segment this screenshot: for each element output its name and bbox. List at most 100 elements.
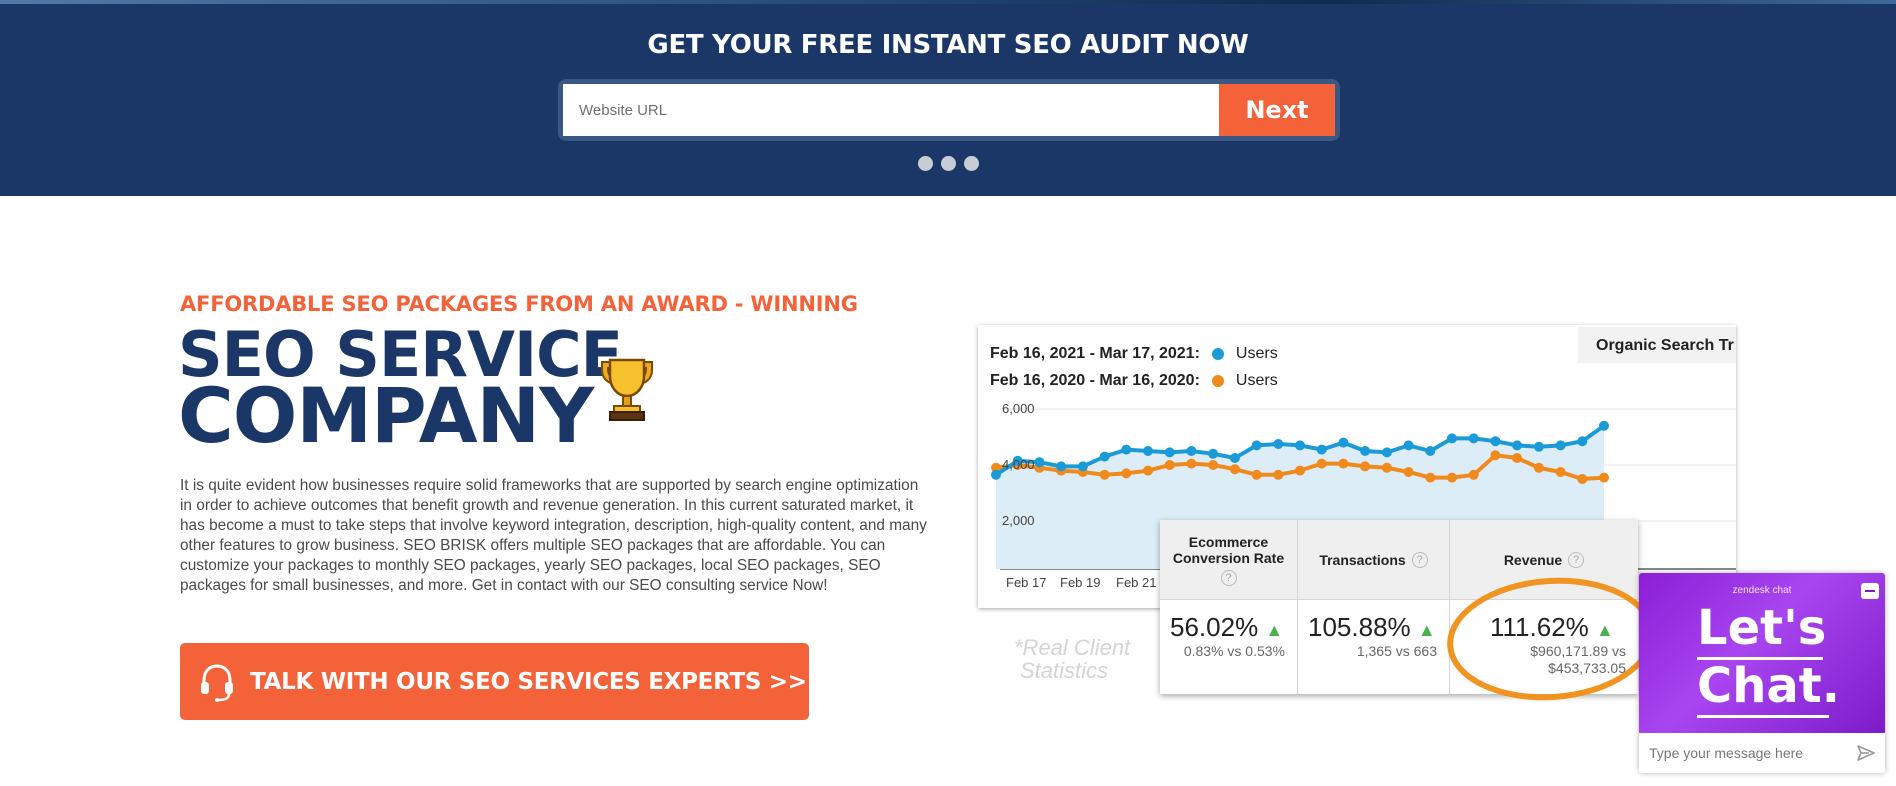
- series-1-point-6: [1121, 468, 1132, 479]
- metric-header-transactions: Transactions?: [1298, 520, 1449, 600]
- series-1-point-23: [1490, 450, 1501, 461]
- up-arrow-icon: ▲: [1265, 620, 1284, 640]
- caption-line-1: *Real Client: [1014, 635, 1131, 660]
- dot-3: [964, 156, 979, 171]
- series-1-point-25: [1533, 462, 1544, 473]
- series-1-point-13: [1273, 469, 1284, 480]
- chat-widget: zendesk chat Let's Chat.: [1639, 573, 1885, 773]
- x-tick-feb-17: Feb 17: [1006, 575, 1047, 590]
- series-0-point-12: [1251, 440, 1262, 451]
- audit-form: Next: [558, 79, 1340, 141]
- chat-banner[interactable]: zendesk chat Let's Chat.: [1639, 573, 1885, 733]
- x-tick-feb-21: Feb 21: [1116, 575, 1157, 590]
- help-icon[interactable]: ?: [1568, 551, 1585, 568]
- trophy-icon: [601, 358, 653, 421]
- up-arrow-icon: ▲: [1417, 620, 1436, 640]
- series-0-point-8: [1164, 447, 1175, 458]
- series-1-point-26: [1555, 467, 1566, 477]
- series-0-point-28: [1599, 420, 1609, 431]
- series-0-point-14: [1295, 440, 1305, 451]
- transactions-sub: 1,365 vs 663: [1356, 643, 1437, 659]
- series-1-point-11: [1229, 464, 1240, 475]
- audit-title: GET YOUR FREE INSTANT SEO AUDIT NOW: [647, 30, 1249, 60]
- conversion-header-label: Ecommerce Conversion Rate: [1172, 533, 1285, 566]
- series-1-point-20: [1425, 472, 1436, 483]
- series-0-point-18: [1381, 447, 1392, 458]
- dot-1: [918, 156, 933, 171]
- series-0-point-10: [1208, 448, 1219, 459]
- series-0-point-24: [1512, 440, 1523, 451]
- transactions-header-label: Transactions: [1319, 551, 1406, 568]
- talk-with-experts-button[interactable]: TALK WITH OUR SEO SERVICES EXPERTS >>: [180, 643, 809, 720]
- cta-label: TALK WITH OUR SEO SERVICES EXPERTS >>: [250, 668, 807, 695]
- series-0-point-6: [1121, 444, 1132, 455]
- metric-header-conversion: Ecommerce Conversion Rate?: [1160, 520, 1297, 600]
- series-0-point-2: [1034, 457, 1045, 468]
- series-1-point-21: [1447, 472, 1457, 483]
- series-0-point-19: [1403, 440, 1414, 451]
- series-1-point-10: [1208, 460, 1219, 470]
- series-1-point-9: [1186, 458, 1197, 469]
- series-0-point-13: [1273, 439, 1284, 449]
- audit-banner: GET YOUR FREE INSTANT SEO AUDIT NOW Next: [0, 0, 1896, 196]
- help-icon[interactable]: ?: [1220, 569, 1237, 586]
- metric-conversion-rate: Ecommerce Conversion Rate? 56.02% ▲ 0.83…: [1160, 520, 1298, 694]
- x-tick-feb-19: Feb 19: [1060, 575, 1101, 590]
- series-0-point-20: [1425, 446, 1436, 456]
- metric-transactions: Transactions? 105.88% ▲ 1,365 vs 663: [1298, 520, 1450, 694]
- series-1-point-5: [1099, 469, 1110, 480]
- chat-underline-1: [1697, 657, 1823, 660]
- y-tick-4000: 4,000: [1002, 457, 1035, 472]
- real-client-caption: *Real Client Statistics: [1014, 636, 1130, 682]
- conversion-value: 56.02%: [1170, 612, 1259, 642]
- chat-line-2: Chat.: [1697, 658, 1840, 714]
- series-0-point-9: [1186, 446, 1197, 456]
- series-0-point-26: [1555, 440, 1566, 451]
- series-0-point-11: [1229, 453, 1240, 463]
- minimize-icon[interactable]: [1861, 583, 1879, 599]
- series-1-point-7: [1143, 465, 1153, 476]
- series-0-point-22: [1468, 433, 1479, 444]
- series-1-point-28: [1599, 472, 1609, 483]
- series-1-point-12: [1251, 469, 1262, 480]
- y-tick-2000: 2,000: [1002, 513, 1035, 528]
- series-1-point-16: [1338, 458, 1349, 469]
- series-1-point-27: [1577, 474, 1588, 484]
- series-1-point-19: [1403, 467, 1414, 477]
- chat-underline-2: [1697, 715, 1829, 718]
- series-0-point-25: [1533, 441, 1544, 452]
- revenue-header-label: Revenue: [1503, 551, 1563, 568]
- series-1-point-17: [1360, 461, 1371, 472]
- series-1-point-18: [1381, 462, 1392, 473]
- series-0-point-5: [1099, 451, 1110, 462]
- series-1-point-22: [1468, 469, 1479, 480]
- hero-body-text: It is quite evident how businesses requi…: [180, 477, 927, 594]
- series-0-point-0: [991, 469, 1001, 480]
- headline-line-2: COMPANY: [178, 370, 594, 460]
- chat-message-input[interactable]: [1639, 733, 1885, 773]
- series-0-point-23: [1490, 436, 1501, 447]
- next-button[interactable]: Next: [1219, 84, 1335, 136]
- chat-brand: zendesk chat: [1732, 585, 1792, 596]
- series-0-point-17: [1360, 446, 1371, 456]
- website-url-input[interactable]: [563, 84, 1219, 136]
- series-1-point-8: [1164, 460, 1175, 470]
- series-1-point-15: [1316, 458, 1327, 469]
- series-0-point-4: [1077, 461, 1088, 472]
- series-0-point-15: [1316, 444, 1327, 455]
- chat-line-1: Let's: [1697, 600, 1827, 656]
- hero-eyebrow: AFFORDABLE SEO PACKAGES FROM AN AWARD - …: [180, 292, 858, 316]
- caption-line-2: Statistics: [1020, 658, 1109, 683]
- series-1-point-24: [1512, 453, 1523, 463]
- send-icon[interactable]: [1857, 744, 1875, 762]
- series-1-point-14: [1295, 465, 1305, 476]
- series-0-point-16: [1338, 437, 1349, 448]
- conversion-sub: 0.83% vs 0.53%: [1183, 643, 1285, 659]
- transactions-value: 105.88%: [1308, 612, 1411, 642]
- metric-value-conversion: 56.02% ▲: [1160, 600, 1297, 643]
- y-tick-6000: 6,000: [1002, 401, 1035, 416]
- series-0-point-21: [1447, 433, 1457, 444]
- dot-2: [941, 156, 956, 171]
- help-icon[interactable]: ?: [1411, 551, 1428, 568]
- loading-dots: [918, 156, 979, 171]
